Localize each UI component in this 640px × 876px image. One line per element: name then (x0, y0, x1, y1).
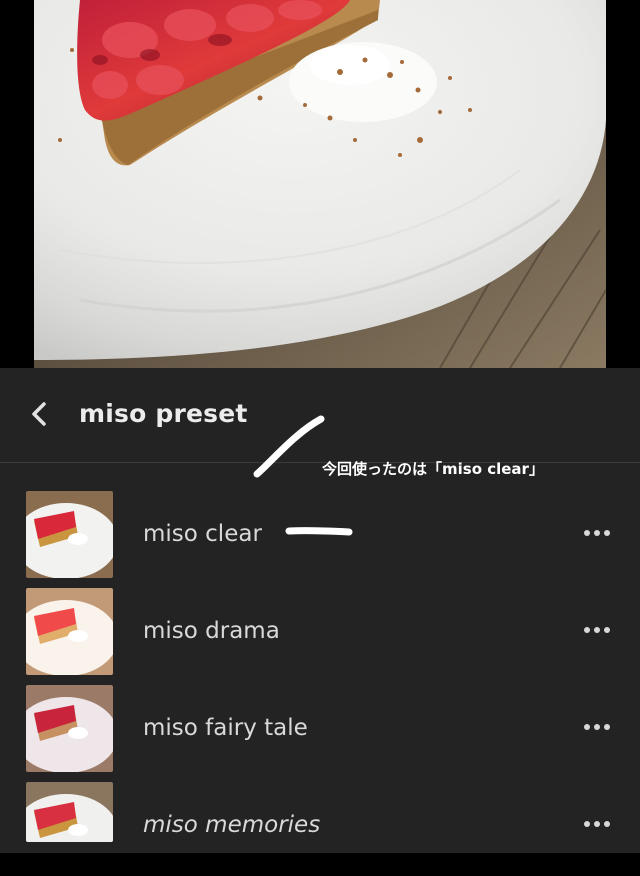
more-horizontal-icon[interactable] (580, 812, 614, 836)
preset-item-miso-drama[interactable]: miso drama (0, 585, 640, 682)
preset-panel: miso preset 今回使ったのは「miso clear」 miso cle… (0, 368, 640, 853)
preset-item-miso-memories[interactable]: miso memories (0, 779, 640, 876)
more-horizontal-icon[interactable] (580, 715, 614, 739)
preset-thumbnail (26, 685, 113, 772)
preset-thumbnail (26, 491, 113, 578)
preset-label: miso clear (143, 521, 262, 547)
more-horizontal-icon[interactable] (580, 618, 614, 642)
chevron-left-icon (32, 402, 46, 426)
preset-thumbnail (26, 782, 113, 842)
more-horizontal-icon[interactable] (580, 521, 614, 545)
preset-list: miso clear miso drama miso fairy tale mi… (0, 488, 640, 876)
panel-title: miso preset (79, 399, 248, 428)
annotation-text: 今回使ったのは「miso clear」 (322, 460, 544, 478)
preset-item-miso-clear[interactable]: miso clear (0, 488, 640, 585)
back-button[interactable] (22, 396, 58, 432)
photo-preview (0, 0, 640, 368)
preset-label: miso fairy tale (143, 715, 308, 741)
preset-item-miso-fairy-tale[interactable]: miso fairy tale (0, 682, 640, 779)
header-divider (0, 462, 640, 463)
tart-photo (0, 0, 640, 368)
preset-label: miso memories (143, 812, 321, 838)
preset-label: miso drama (143, 618, 280, 644)
panel-header: miso preset (0, 368, 640, 463)
preset-thumbnail (26, 588, 113, 675)
